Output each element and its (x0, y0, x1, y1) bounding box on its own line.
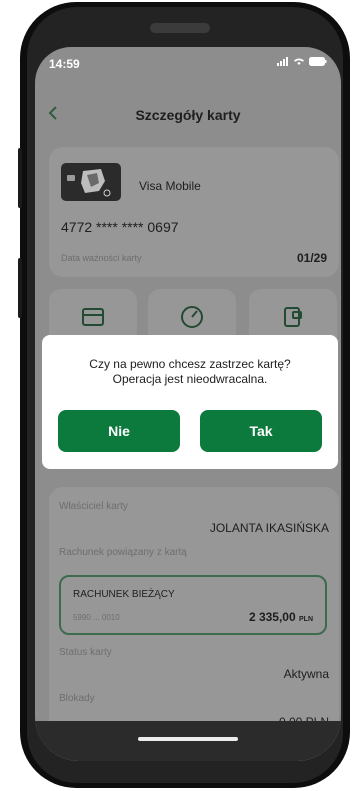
signal-icon (277, 57, 288, 66)
card-name: Visa Mobile (139, 179, 201, 193)
account-number: 5990 ... 0010 (73, 613, 120, 622)
home-indicator[interactable] (138, 737, 238, 741)
owner-label: Właściciel karty (59, 501, 128, 512)
blocks-label: Blokady (59, 693, 95, 704)
battery-icon (309, 57, 327, 66)
volume-button (18, 148, 22, 208)
status-time: 14:59 (49, 57, 80, 71)
card-image (61, 163, 121, 201)
card-number: 4772 **** **** 0697 (61, 219, 179, 235)
expiry-label: Data ważności karty (61, 253, 142, 263)
screen: 14:59 Szczegóły karty Visa Mobile 4772 *… (35, 47, 341, 761)
status-icons (277, 57, 327, 66)
card-icon (82, 308, 104, 326)
page-header: Szczegóły karty (35, 87, 341, 143)
speedometer-icon (181, 306, 203, 328)
page-title: Szczegóły karty (135, 107, 241, 123)
status-value: Aktywna (283, 667, 329, 681)
phone-card-icon (284, 307, 302, 327)
owner-value: JOLANTA IKASIŃSKA (209, 521, 329, 535)
account-balance: 2 335,00 PLN (248, 610, 313, 624)
yes-button[interactable]: Tak (200, 410, 322, 452)
status-label: Status karty (59, 647, 112, 658)
dialog-message-line1: Czy na pewno chcesz zastrzec kartę? (89, 357, 291, 371)
account-name: RACHUNEK BIEŻĄCY (73, 589, 175, 600)
account-currency: PLN (299, 616, 313, 623)
expiry-value: 01/29 (296, 251, 327, 265)
card-graphic (67, 169, 111, 197)
dialog-message: Czy na pewno chcesz zastrzec kartę? Oper… (52, 357, 328, 387)
notch (150, 23, 210, 33)
wifi-icon (294, 58, 304, 65)
bottom-bar (35, 721, 341, 761)
card-summary: Visa Mobile 4772 **** **** 0697 Data waż… (49, 147, 339, 277)
no-button[interactable]: Nie (58, 410, 180, 452)
account-label: Rachunek powiązany z kartą (59, 547, 187, 558)
linked-account[interactable]: RACHUNEK BIEŻĄCY 5990 ... 0010 2 335,00 … (59, 575, 327, 635)
confirm-dialog: Czy na pewno chcesz zastrzec kartę? Oper… (42, 335, 338, 469)
status-bar: 14:59 (35, 47, 341, 81)
dialog-message-line2: Operacja jest nieodwracalna. (112, 372, 268, 386)
power-button (18, 258, 22, 318)
card-details: Właściciel karty JOLANTA IKASIŃSKA Rachu… (49, 487, 339, 761)
